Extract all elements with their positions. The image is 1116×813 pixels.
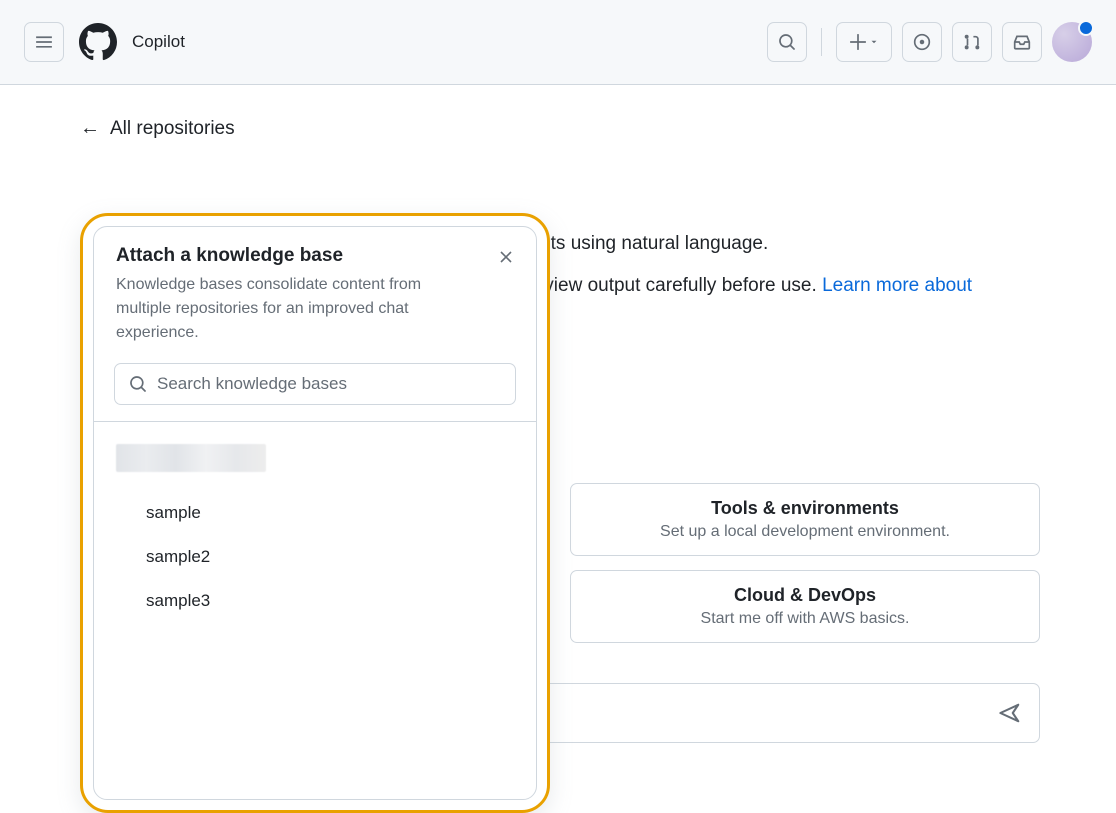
send-button[interactable] bbox=[999, 702, 1021, 724]
create-new-button[interactable] bbox=[836, 22, 892, 62]
send-icon bbox=[999, 702, 1021, 724]
issue-icon bbox=[913, 33, 931, 51]
main-content: ← All repositories cepts using natural l… bbox=[0, 85, 1116, 751]
search-icon bbox=[778, 33, 796, 51]
plus-icon bbox=[849, 33, 867, 51]
modal-description: Knowledge bases consolidate content from… bbox=[116, 273, 456, 345]
header-right bbox=[767, 22, 1092, 62]
knowledge-base-modal: Attach a knowledge base Knowledge bases … bbox=[80, 213, 550, 813]
chevron-down-icon bbox=[869, 37, 879, 47]
kb-item-sample2[interactable]: sample2 bbox=[94, 535, 536, 579]
pull-request-icon bbox=[963, 33, 981, 51]
inbox-icon bbox=[1013, 33, 1031, 51]
back-arrow-icon: ← bbox=[80, 117, 100, 140]
close-button[interactable] bbox=[494, 245, 518, 269]
breadcrumb[interactable]: ← All repositories bbox=[80, 85, 1036, 140]
card-title: Cloud & DevOps bbox=[591, 585, 1019, 606]
divider bbox=[821, 28, 822, 56]
close-icon bbox=[498, 249, 514, 265]
kb-group-header bbox=[94, 436, 536, 485]
menu-button[interactable] bbox=[24, 22, 64, 62]
learn-more-link[interactable]: Learn more about bbox=[822, 275, 972, 296]
hamburger-icon bbox=[35, 33, 53, 51]
search-box[interactable] bbox=[114, 363, 516, 405]
search-input[interactable] bbox=[157, 374, 501, 394]
breadcrumb-label: All repositories bbox=[110, 118, 235, 140]
suggestion-cards: Tools & environments Set up a local deve… bbox=[570, 483, 1040, 643]
suggestion-card-cloud[interactable]: Cloud & DevOps Start me off with AWS bas… bbox=[570, 570, 1040, 643]
kb-item-sample3[interactable]: sample3 bbox=[94, 579, 536, 623]
header-left: Copilot bbox=[24, 22, 185, 62]
github-logo[interactable] bbox=[78, 22, 118, 62]
app-title: Copilot bbox=[132, 32, 185, 52]
search-wrap bbox=[94, 355, 536, 422]
issues-button[interactable] bbox=[902, 22, 942, 62]
inbox-button[interactable] bbox=[1002, 22, 1042, 62]
modal-header: Attach a knowledge base Knowledge bases … bbox=[94, 227, 536, 355]
app-header: Copilot bbox=[0, 0, 1116, 85]
search-button[interactable] bbox=[767, 22, 807, 62]
modal-inner: Attach a knowledge base Knowledge bases … bbox=[93, 226, 537, 800]
pull-requests-button[interactable] bbox=[952, 22, 992, 62]
card-title: Tools & environments bbox=[591, 498, 1019, 519]
card-subtitle: Set up a local development environment. bbox=[591, 523, 1019, 541]
suggestion-card-tools[interactable]: Tools & environments Set up a local deve… bbox=[570, 483, 1040, 556]
avatar[interactable] bbox=[1052, 22, 1092, 62]
redacted-label bbox=[116, 444, 266, 472]
description-line-2: Review output carefully before use. Lear… bbox=[520, 275, 972, 297]
kb-item-sample[interactable]: sample bbox=[94, 491, 536, 535]
card-subtitle: Start me off with AWS basics. bbox=[591, 610, 1019, 628]
modal-title: Attach a knowledge base bbox=[116, 245, 514, 267]
knowledge-base-list: sample sample2 sample3 bbox=[94, 422, 536, 799]
github-icon bbox=[79, 23, 117, 61]
search-icon bbox=[129, 375, 147, 393]
description-line-1: cepts using natural language. bbox=[520, 233, 768, 255]
